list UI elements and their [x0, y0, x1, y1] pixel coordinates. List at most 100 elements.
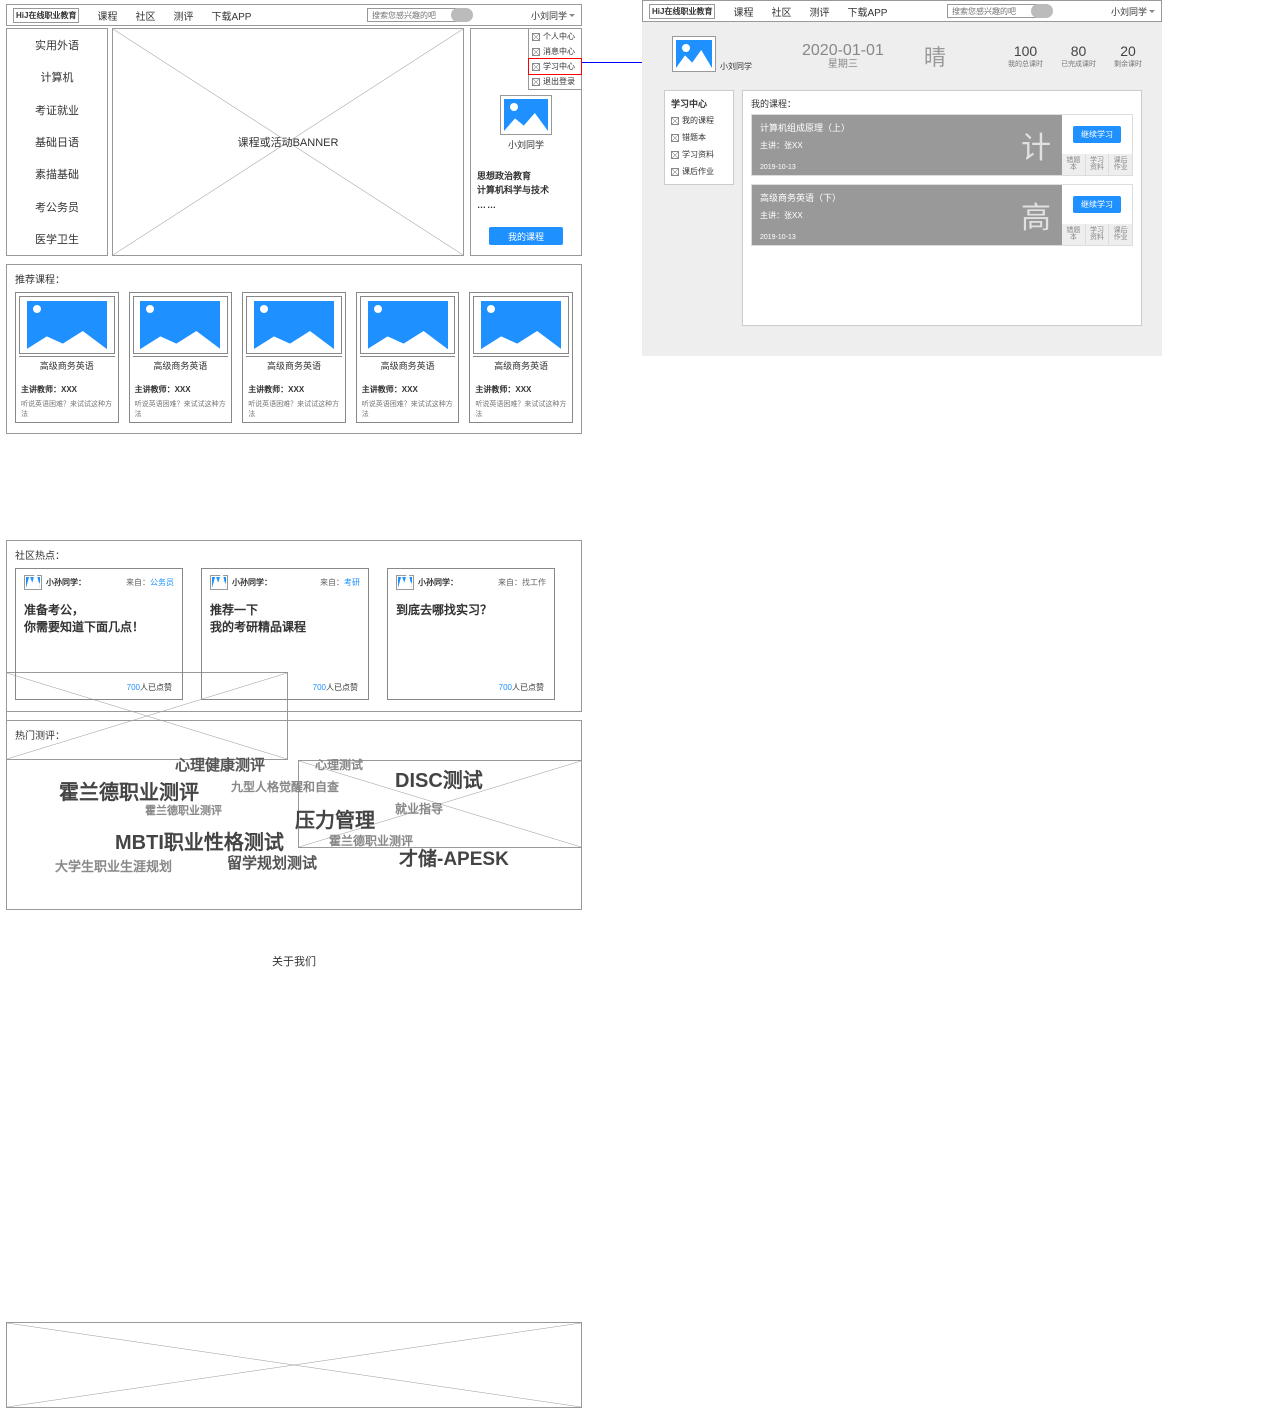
continue-button[interactable]: 继续学习 — [1073, 196, 1121, 213]
course-action[interactable]: 学习资料 — [1085, 154, 1109, 175]
stat-item: 100我的总课时 — [1008, 43, 1043, 69]
recommend-card[interactable]: 高级商务英语 主讲教师：XXX 听说英语困难？来试试这种方法 — [15, 292, 119, 423]
learning-sidebar: 学习中心 我的课程 错题本 学习资料 课后作业 — [664, 90, 734, 185]
placeholder-icon — [671, 117, 679, 125]
nav-course[interactable]: 课程 — [97, 8, 117, 23]
category-item[interactable]: 医学卫生 — [7, 223, 107, 255]
course-teacher: 主讲：张XX — [760, 140, 1054, 151]
course-action[interactable]: 课后作业 — [1108, 224, 1132, 245]
category-item[interactable]: 考证就业 — [7, 94, 107, 126]
nav-download[interactable]: 下载APP — [847, 4, 887, 19]
cloud-word[interactable]: MBTI职业性格测试 — [115, 826, 284, 855]
category-item[interactable]: 基础日语 — [7, 126, 107, 158]
menu-item-messages[interactable]: 消息中心 — [529, 44, 581, 59]
community-from: 来自：公务员 — [126, 577, 174, 588]
recommend-teacher: 主讲教师：XXX — [360, 384, 456, 395]
cloud-word[interactable]: DISC测试 — [395, 764, 483, 793]
placeholder-icon — [532, 63, 540, 71]
image-icon — [504, 99, 548, 131]
cloud-word[interactable]: 就业指导 — [395, 800, 443, 817]
community-user: 小孙同学： — [46, 577, 86, 588]
user-card-line: 计算机科学与技术 — [477, 183, 575, 197]
nav-eval[interactable]: 测评 — [809, 4, 829, 19]
image-icon — [140, 301, 220, 349]
community-from: 来自：考研 — [320, 577, 360, 588]
menu-item-profile[interactable]: 个人中心 — [529, 29, 581, 44]
image-icon — [368, 301, 448, 349]
date-stats-bar: 2020-01-01 星期三 晴 100我的总课时80已完成课时20剩余课时 — [802, 40, 1142, 72]
continue-button[interactable]: 继续学习 — [1073, 126, 1121, 143]
sidebar-item-mistakes[interactable]: 错题本 — [665, 129, 733, 146]
community-body: 到底去哪找实习？ — [396, 602, 546, 619]
cloud-word[interactable]: 霍兰德职业测评 — [145, 802, 222, 818]
image-icon — [398, 577, 412, 588]
recommend-card[interactable]: 高级商务英语 主讲教师：XXX 听说英语困难？来试试这种方法 — [129, 292, 233, 423]
placeholder-icon — [671, 134, 679, 142]
course-action[interactable]: 错题本 — [1062, 224, 1085, 245]
sidebar-item-materials[interactable]: 学习资料 — [665, 146, 733, 163]
search-input[interactable] — [367, 8, 457, 22]
cloud-word[interactable]: 心理测试 — [315, 756, 363, 773]
cloud-word[interactable]: 留学规划测试 — [227, 852, 317, 873]
category-item[interactable]: 实用外语 — [7, 29, 107, 61]
logo[interactable]: HiJ在线职业教育 — [649, 4, 715, 19]
cloud-word[interactable]: 心理健康测评 — [175, 754, 265, 775]
logo[interactable]: HiJ在线职业教育 — [13, 8, 79, 23]
recommend-desc: 听说英语困难？来试试这种方法 — [360, 399, 456, 419]
header-bar: HiJ在线职业教育 课程 社区 测评 下载APP 小刘同学 — [6, 4, 582, 26]
placeholder-icon — [671, 168, 679, 176]
category-item[interactable]: 考公务员 — [7, 190, 107, 222]
community-card[interactable]: 小孙同学： 来自：考研 推荐一下我的考研精品课程 700人已点赞 — [201, 568, 369, 700]
community-user: 小孙同学： — [418, 577, 458, 588]
recommend-teacher: 主讲教师：XXX — [246, 384, 342, 395]
banner-placeholder[interactable] — [112, 28, 464, 256]
community-likes: 700人已点赞 — [127, 682, 172, 693]
search-input[interactable] — [947, 4, 1037, 18]
user-card-line: 思想政治教育 — [477, 169, 575, 183]
recommend-title: 高级商务英语 — [19, 356, 115, 374]
main-title: 我的课程： — [751, 97, 1133, 110]
community-section: 社区热点： 小孙同学： 来自：公务员 准备考公，你需要知道下面几点！ 700人已… — [6, 540, 582, 712]
cloud-word[interactable]: 才储-APESK — [399, 844, 509, 871]
course-main[interactable]: 计算机组成原理（上） 主讲：张XX 2019-10-13 计 — [752, 115, 1062, 175]
user-menu-trigger[interactable]: 小刘同学 — [531, 9, 575, 22]
course-action[interactable]: 错题本 — [1062, 154, 1085, 175]
menu-item-logout[interactable]: 退出登录 — [529, 74, 581, 89]
sidebar-title: 学习中心 — [665, 95, 733, 112]
nav-eval[interactable]: 测评 — [173, 8, 193, 23]
category-item[interactable]: 计算机 — [7, 61, 107, 93]
cloud-word[interactable]: 霍兰德职业测评 — [59, 776, 199, 805]
nav-course[interactable]: 课程 — [733, 4, 753, 19]
recommend-card[interactable]: 高级商务英语 主讲教师：XXX 听说英语困难？来试试这种方法 — [469, 292, 573, 423]
course-main[interactable]: 高级商务英语（下） 主讲：张XX 2019-10-13 高 — [752, 185, 1062, 245]
course-action[interactable]: 学习资料 — [1085, 224, 1109, 245]
course-date: 2019-10-13 — [760, 234, 796, 241]
nav-community[interactable]: 社区 — [135, 8, 155, 23]
avatar — [500, 95, 552, 135]
community-user: 小孙同学： — [232, 577, 272, 588]
cloud-word[interactable]: 大学生职业生涯规划 — [55, 856, 172, 875]
cloud-word[interactable]: 压力管理 — [295, 804, 375, 833]
recommend-card[interactable]: 高级商务英语 主讲教师：XXX 听说英语困难？来试试这种方法 — [242, 292, 346, 423]
sidebar-item-homework[interactable]: 课后作业 — [665, 163, 733, 180]
recommend-title: 高级商务英语 — [133, 356, 229, 374]
course-action[interactable]: 课后作业 — [1108, 154, 1132, 175]
avatar — [24, 575, 42, 590]
course-title: 高级商务英语（下） — [760, 191, 1054, 204]
menu-item-learning[interactable]: 学习中心 — [528, 58, 582, 75]
nav-download[interactable]: 下载APP — [211, 8, 251, 23]
search-button[interactable] — [451, 8, 473, 22]
sidebar-item-my-courses[interactable]: 我的课程 — [665, 112, 733, 129]
my-courses-button[interactable]: 我的课程 — [489, 227, 563, 245]
community-likes: 700人已点赞 — [313, 682, 358, 693]
community-card[interactable]: 小孙同学： 来自：公务员 准备考公，你需要知道下面几点！ 700人已点赞 — [15, 568, 183, 700]
user-menu-trigger[interactable]: 小刘同学 — [1111, 5, 1155, 18]
header-bar: HiJ在线职业教育 课程 社区 测评 下载APP 小刘同学 — [642, 0, 1162, 22]
search-button[interactable] — [1031, 4, 1053, 18]
avatar — [396, 575, 414, 590]
nav-community[interactable]: 社区 — [771, 4, 791, 19]
community-card[interactable]: 小孙同学： 来自：找工作 到底去哪找实习？ 700人已点赞 — [387, 568, 555, 700]
recommend-card[interactable]: 高级商务英语 主讲教师：XXX 听说英语困难？来试试这种方法 — [356, 292, 460, 423]
cloud-word[interactable]: 九型人格觉醒和自查 — [231, 778, 339, 795]
category-item[interactable]: 素描基础 — [7, 158, 107, 190]
